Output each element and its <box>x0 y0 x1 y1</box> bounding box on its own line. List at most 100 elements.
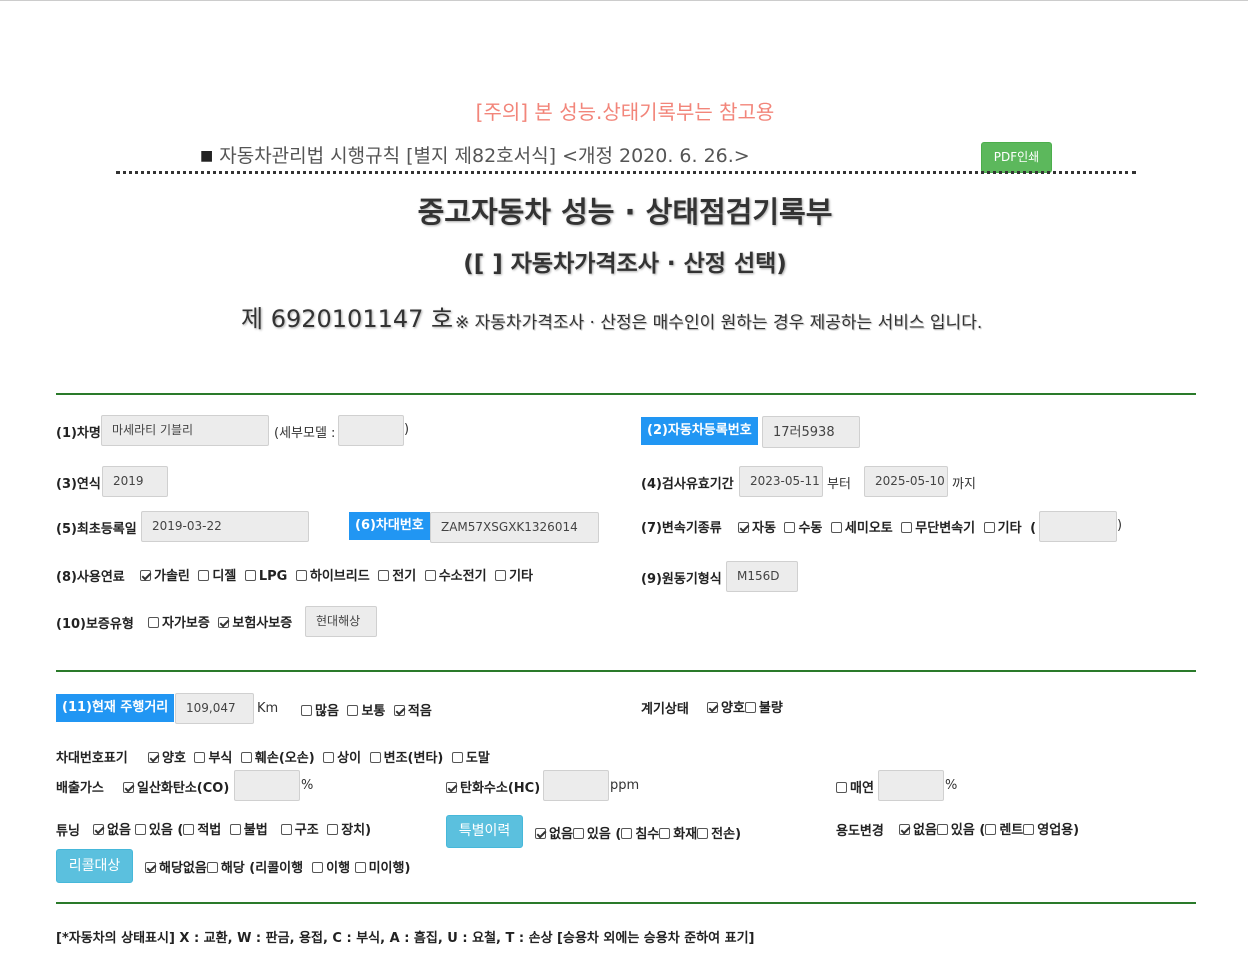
plate-option[interactable]: 상이 <box>323 751 361 766</box>
checkbox[interactable] <box>134 824 146 835</box>
checkbox[interactable] <box>424 570 436 581</box>
special-option[interactable]: 침수 <box>621 827 659 842</box>
fuel-option[interactable]: 수소전기 <box>424 569 487 584</box>
checkbox[interactable] <box>936 824 948 835</box>
fuel-option[interactable]: 기타 <box>495 569 533 584</box>
checkbox[interactable] <box>738 522 749 533</box>
checkbox[interactable] <box>451 752 463 763</box>
trans-option[interactable]: 자동 <box>738 521 776 536</box>
checkbox[interactable] <box>393 705 405 716</box>
fuel-option[interactable]: 하이브리드 <box>295 569 370 584</box>
checkbox[interactable] <box>659 828 671 839</box>
checkbox[interactable] <box>244 570 256 581</box>
checkbox[interactable] <box>312 862 324 873</box>
usage-option[interactable]: 없음 <box>899 823 937 838</box>
checkbox[interactable] <box>1023 824 1035 835</box>
checkbox[interactable] <box>707 702 718 713</box>
year-field[interactable]: 2019 <box>102 466 168 497</box>
inspect-to-field[interactable]: 2025-05-10 <box>864 466 948 497</box>
checkbox[interactable] <box>323 752 335 763</box>
checkbox[interactable] <box>446 782 457 793</box>
checkbox[interactable] <box>218 617 230 628</box>
checkbox[interactable] <box>347 705 359 716</box>
tuning-option[interactable]: 불법 <box>229 823 268 838</box>
checkbox[interactable] <box>621 828 633 839</box>
recall-option[interactable]: 이행 <box>312 861 350 876</box>
co-option[interactable]: 일산화탄소(CO) <box>123 777 229 796</box>
engine-field[interactable]: M156D <box>726 561 798 592</box>
gauge-option[interactable]: 불량 <box>744 701 783 716</box>
tuning-option[interactable]: 적법 <box>183 823 221 838</box>
checkbox[interactable] <box>148 752 159 763</box>
checkbox[interactable] <box>535 828 546 839</box>
checkbox[interactable] <box>206 862 218 873</box>
special-option[interactable]: 있음 ( <box>572 827 621 842</box>
checkbox[interactable] <box>901 522 913 533</box>
recall-option[interactable]: 미이행) <box>354 861 410 876</box>
first-reg-field[interactable]: 2019-03-22 <box>141 511 309 542</box>
smoke-field[interactable] <box>878 770 944 801</box>
trans-option[interactable]: 세미오토 <box>830 521 893 536</box>
checkbox[interactable] <box>301 705 312 716</box>
mileage-option[interactable]: 많음 <box>301 704 339 719</box>
gauge-option[interactable]: 양호 <box>707 701 745 716</box>
checkbox[interactable] <box>369 752 381 763</box>
plate-option[interactable]: 도말 <box>451 751 490 766</box>
recall-button[interactable]: 리콜대상 <box>56 849 133 883</box>
trans-option[interactable]: 수동 <box>784 521 822 536</box>
warranty-option[interactable]: 자가보증 <box>148 616 210 631</box>
checkbox[interactable] <box>148 617 159 628</box>
tuning-option[interactable]: 구조 <box>276 823 319 838</box>
plate-option[interactable]: 부식 <box>194 751 232 766</box>
sub-model-field[interactable] <box>338 415 404 446</box>
usage-option[interactable]: 영업용) <box>1023 823 1079 838</box>
hc-option[interactable]: 탄화수소(HC) <box>446 777 540 796</box>
checkbox[interactable] <box>836 782 847 793</box>
checkbox[interactable] <box>378 570 390 581</box>
checkbox[interactable] <box>572 828 584 839</box>
plate-option[interactable]: 훼손(오손) <box>240 751 315 766</box>
checkbox[interactable] <box>194 752 206 763</box>
trans-option[interactable]: 기타 <box>983 521 1022 536</box>
usage-option[interactable]: 렌트 <box>985 823 1023 838</box>
checkbox[interactable] <box>93 824 104 835</box>
inspect-from-field[interactable]: 2023-05-11 <box>739 466 823 497</box>
special-option[interactable]: 전손) <box>697 827 741 842</box>
car-name-field[interactable]: 마세라티 기블리 <box>101 415 269 446</box>
usage-option[interactable]: 있음 ( <box>936 823 985 838</box>
trans-option[interactable]: 무단변속기 <box>901 521 975 536</box>
checkbox[interactable] <box>145 862 156 873</box>
checkbox[interactable] <box>229 824 241 835</box>
mileage-option[interactable]: 보통 <box>347 704 385 719</box>
pdf-print-button[interactable]: PDF인쇄 <box>981 142 1052 173</box>
warranty-company-field[interactable]: 현대해상 <box>305 606 377 637</box>
fuel-option[interactable]: LPG <box>244 569 287 584</box>
recall-option[interactable]: 해당 (리콜이행 <box>206 861 303 876</box>
checkbox[interactable] <box>240 752 252 763</box>
checkbox[interactable] <box>183 824 195 835</box>
checkbox[interactable] <box>354 862 366 873</box>
checkbox[interactable] <box>198 570 210 581</box>
fuel-option[interactable]: 디젤 <box>198 569 236 584</box>
special-option[interactable]: 없음 <box>535 827 573 842</box>
tuning-option[interactable]: 없음 <box>93 823 131 838</box>
vin-field[interactable]: ZAM57XSGXK1326014 <box>430 512 599 543</box>
checkbox[interactable] <box>985 824 997 835</box>
checkbox[interactable] <box>697 828 709 839</box>
plate-option[interactable]: 양호 <box>148 751 186 766</box>
checkbox[interactable] <box>280 824 292 835</box>
fuel-option[interactable]: 가솔린 <box>140 569 190 584</box>
checkbox[interactable] <box>784 522 796 533</box>
checkbox[interactable] <box>140 570 151 581</box>
warranty-option[interactable]: 보험사보증 <box>218 616 292 631</box>
checkbox[interactable] <box>295 570 307 581</box>
plate-option[interactable]: 변조(변타) <box>369 751 443 766</box>
fuel-option[interactable]: 전기 <box>378 569 416 584</box>
tuning-option[interactable]: 있음 ( <box>134 823 183 838</box>
co-field[interactable] <box>234 770 300 801</box>
checkbox[interactable] <box>899 824 910 835</box>
checkbox[interactable] <box>123 782 134 793</box>
checkbox[interactable] <box>983 522 995 533</box>
smoke-option[interactable]: 매연 <box>836 777 874 796</box>
special-option[interactable]: 화재 <box>659 827 697 842</box>
